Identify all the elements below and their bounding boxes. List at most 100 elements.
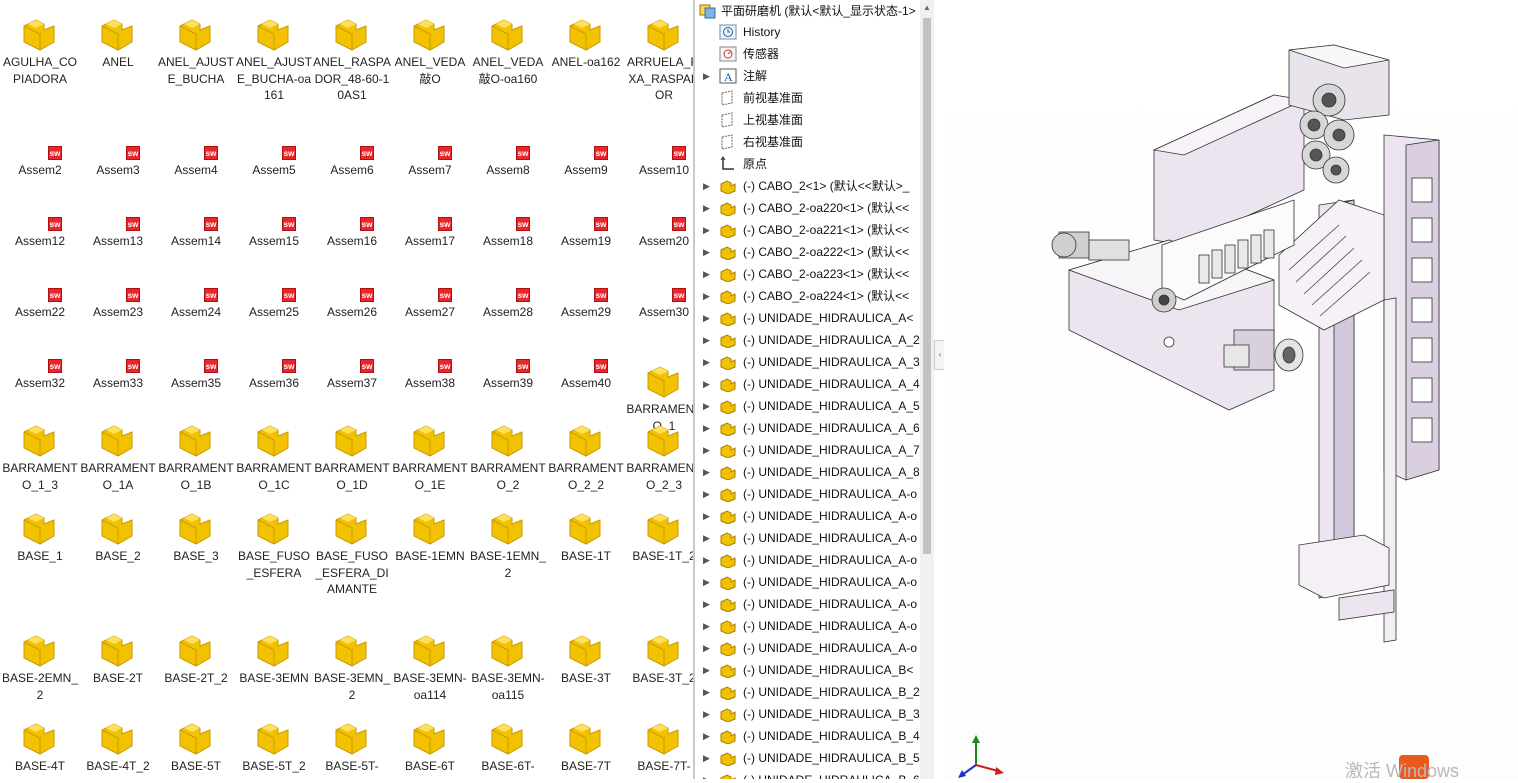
file-item[interactable]: sw Assem29 <box>547 288 625 321</box>
expand-arrow-icon[interactable]: ▶ <box>703 307 711 329</box>
tree-item-component[interactable]: ▶ (-) UNIDADE_HIDRAULICA_B< <box>695 659 920 681</box>
file-item[interactable]: BASE-6T <box>391 716 469 775</box>
tree-item-component[interactable]: ▶ (-) UNIDADE_HIDRAULICA_B_4 <box>695 725 920 747</box>
expand-arrow-icon[interactable]: ▶ <box>703 395 711 417</box>
tree-item-component[interactable]: ▶ (-) UNIDADE_HIDRAULICA_B_3 <box>695 703 920 725</box>
file-item[interactable]: sw Assem2 <box>1 146 79 179</box>
file-item[interactable]: BASE-1T <box>547 506 625 565</box>
file-item[interactable]: BASE-4T <box>1 716 79 775</box>
file-item[interactable]: sw Assem32 <box>1 359 79 392</box>
file-item[interactable]: sw Assem27 <box>391 288 469 321</box>
expand-arrow-icon[interactable]: ▶ <box>703 505 711 527</box>
tree-item-component[interactable]: ▶ (-) UNIDADE_HIDRAULICA_A_8 <box>695 461 920 483</box>
tree-item-component[interactable]: ▶ (-) UNIDADE_HIDRAULICA_A-o <box>695 615 920 637</box>
tree-item-component[interactable]: ▶ (-) UNIDADE_HIDRAULICA_A_5 <box>695 395 920 417</box>
tree-item-right-plane[interactable]: 右视基准面 <box>695 131 920 153</box>
file-item[interactable]: sw Assem26 <box>313 288 391 321</box>
tree-item-component[interactable]: ▶ (-) UNIDADE_HIDRAULICA_B_6 <box>695 769 920 779</box>
file-item[interactable]: BASE_3 <box>157 506 235 565</box>
file-item[interactable]: ANEL_RASPADOR_48-60-10AS1 <box>313 12 391 104</box>
expand-arrow-icon[interactable]: ▶ <box>703 769 711 779</box>
file-item[interactable]: ANEL_VEDA敲O <box>391 12 469 87</box>
file-item[interactable]: BASE-3T_2 <box>625 628 693 687</box>
tree-item-component[interactable]: ▶ (-) UNIDADE_HIDRAULICA_A-o <box>695 483 920 505</box>
expand-arrow-icon[interactable]: ▶ <box>703 703 711 725</box>
file-item[interactable]: sw Assem39 <box>469 359 547 392</box>
tree-root-assembly[interactable]: 平面研磨机 (默认<默认_显示状态-1> <box>695 0 920 22</box>
tree-item-component[interactable]: ▶ (-) UNIDADE_HIDRAULICA_B_2 <box>695 681 920 703</box>
file-item[interactable]: BARRAMENTO_2 <box>469 418 547 493</box>
tree-item-component[interactable]: ▶ (-) CABO_2-oa223<1> (默认<< <box>695 263 920 285</box>
file-item[interactable]: sw Assem37 <box>313 359 391 392</box>
file-item[interactable]: BASE-3EMN_2 <box>313 628 391 703</box>
file-item[interactable]: BASE_FUSO_ESFERA_DIAMANTE <box>313 506 391 598</box>
file-item[interactable]: sw Assem3 <box>79 146 157 179</box>
file-item[interactable]: BASE-3EMN-oa115 <box>469 628 547 703</box>
expand-arrow-icon[interactable]: ▶ <box>703 615 711 637</box>
file-item[interactable]: BASE-3EMN-oa114 <box>391 628 469 703</box>
file-item[interactable]: sw Assem40 <box>547 359 625 392</box>
file-item[interactable]: ANEL-oa162 <box>547 12 625 71</box>
tree-item-component[interactable]: ▶ (-) UNIDADE_HIDRAULICA_A-o <box>695 527 920 549</box>
file-item[interactable]: sw Assem24 <box>157 288 235 321</box>
scrollbar-thumb[interactable] <box>923 18 931 554</box>
file-item[interactable]: sw Assem10 <box>625 146 693 179</box>
expand-arrow-icon[interactable]: ▶ <box>703 483 711 505</box>
tree-scrollbar[interactable]: ▲ <box>920 0 934 779</box>
file-item[interactable]: sw Assem14 <box>157 217 235 250</box>
file-item[interactable]: BARRAMENTO_2_3 <box>625 418 693 493</box>
file-item[interactable]: BASE-2T <box>79 628 157 687</box>
tree-item-component[interactable]: ▶ (-) CABO_2-oa222<1> (默认<< <box>695 241 920 263</box>
file-item[interactable]: sw Assem18 <box>469 217 547 250</box>
tree-item-component[interactable]: ▶ (-) UNIDADE_HIDRAULICA_A_4 <box>695 373 920 395</box>
tree-item-component[interactable]: ▶ (-) UNIDADE_HIDRAULICA_A< <box>695 307 920 329</box>
file-item[interactable]: BASE_FUSO_ESFERA <box>235 506 313 581</box>
expand-arrow-icon[interactable]: ▶ <box>703 351 711 373</box>
tree-item-component[interactable]: ▶ (-) UNIDADE_HIDRAULICA_A-o <box>695 549 920 571</box>
file-item[interactable]: sw Assem9 <box>547 146 625 179</box>
tree-item-component[interactable]: ▶ (-) UNIDADE_HIDRAULICA_A-o <box>695 571 920 593</box>
tree-item-component[interactable]: ▶ (-) UNIDADE_HIDRAULICA_A_2 <box>695 329 920 351</box>
file-item[interactable]: BASE-7T- <box>625 716 693 775</box>
file-item[interactable]: BARRAMENTO_1C <box>235 418 313 493</box>
file-item[interactable]: sw Assem20 <box>625 217 693 250</box>
expand-arrow-icon[interactable]: ▶ <box>703 725 711 747</box>
file-item[interactable]: sw Assem8 <box>469 146 547 179</box>
tree-item-component[interactable]: ▶ (-) CABO_2-oa221<1> (默认<< <box>695 219 920 241</box>
file-item[interactable]: sw Assem5 <box>235 146 313 179</box>
file-item[interactable]: sw Assem23 <box>79 288 157 321</box>
expand-arrow-icon[interactable]: ▶ <box>703 527 711 549</box>
file-item[interactable]: sw Assem15 <box>235 217 313 250</box>
file-item[interactable]: sw Assem13 <box>79 217 157 250</box>
file-item[interactable]: ANEL_AJUSTE_BUCHA <box>157 12 235 87</box>
file-item[interactable]: sw Assem38 <box>391 359 469 392</box>
file-item[interactable]: BASE-2EMN_2 <box>1 628 79 703</box>
file-item[interactable]: ANEL <box>79 12 157 71</box>
file-item[interactable]: BASE-2T_2 <box>157 628 235 687</box>
tree-item-history[interactable]: History <box>695 21 920 43</box>
file-item[interactable]: sw Assem7 <box>391 146 469 179</box>
tree-item-component[interactable]: ▶ (-) UNIDADE_HIDRAULICA_A-o <box>695 593 920 615</box>
file-item[interactable]: BASE_2 <box>79 506 157 565</box>
file-item[interactable]: BASE-1EMN_2 <box>469 506 547 581</box>
graphics-viewport[interactable] <box>944 0 1518 779</box>
file-item[interactable]: BASE-5T <box>157 716 235 775</box>
tree-item-annotations[interactable]: ▶ A 注解 <box>695 65 920 87</box>
expand-arrow-icon[interactable]: ▶ <box>703 571 711 593</box>
tree-item-origin[interactable]: 原点 <box>695 153 920 175</box>
file-item[interactable]: BASE-3T <box>547 628 625 687</box>
expand-arrow-icon[interactable]: ▶ <box>703 241 711 263</box>
file-item[interactable]: BASE-1T_2 <box>625 506 693 565</box>
file-item[interactable]: BASE-5T_2 <box>235 716 313 775</box>
file-item[interactable]: sw Assem28 <box>469 288 547 321</box>
expand-arrow-icon[interactable]: ▶ <box>703 65 711 87</box>
file-item[interactable]: sw Assem36 <box>235 359 313 392</box>
tree-item-component[interactable]: ▶ (-) CABO_2<1> (默认<<默认>_ <box>695 175 920 197</box>
expand-arrow-icon[interactable]: ▶ <box>703 197 711 219</box>
expand-arrow-icon[interactable]: ▶ <box>703 175 711 197</box>
file-item[interactable]: BASE-1EMN <box>391 506 469 565</box>
file-item[interactable]: BARRAMENTO_1E <box>391 418 469 493</box>
file-item[interactable]: sw Assem22 <box>1 288 79 321</box>
file-item[interactable]: sw Assem16 <box>313 217 391 250</box>
file-item[interactable]: BARRAMENTO_1D <box>313 418 391 493</box>
